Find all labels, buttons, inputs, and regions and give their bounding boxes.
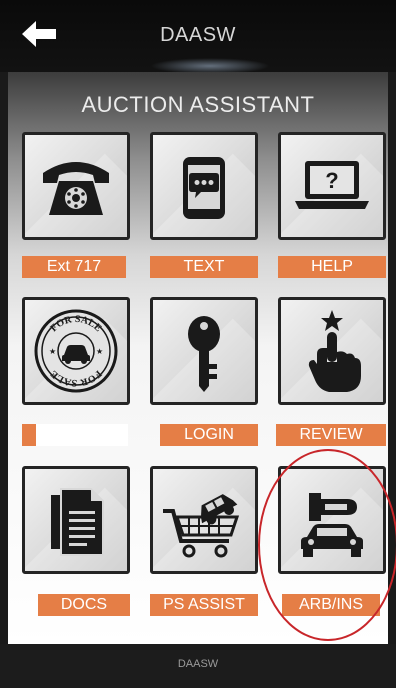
documents-icon	[51, 488, 104, 556]
for-sale-tile[interactable]: FOR SALE FOR SALE ★ ★	[22, 297, 130, 405]
page-title: AUCTION ASSISTANT	[81, 92, 315, 117]
smartphone-chat-icon	[183, 157, 225, 219]
review-tile[interactable]	[278, 297, 386, 405]
hand-pointer-star-icon	[308, 310, 361, 392]
telephone-icon	[43, 162, 109, 215]
help-button[interactable]: HELP	[278, 256, 386, 278]
car-wrench-icon	[301, 493, 363, 557]
phone-tile[interactable]	[22, 132, 130, 240]
text-tile[interactable]	[150, 132, 258, 240]
for-sale-stamp-icon: FOR SALE FOR SALE ★ ★	[34, 309, 118, 393]
top-bar: DAASW	[0, 0, 396, 74]
blank-label-button[interactable]	[22, 424, 36, 446]
review-button[interactable]: REVIEW	[276, 424, 386, 446]
docs-tile[interactable]	[22, 466, 130, 574]
cart-with-car-icon	[163, 494, 240, 558]
text-button[interactable]: TEXT	[150, 256, 258, 278]
login-tile[interactable]	[150, 297, 258, 405]
ps-assist-tile[interactable]	[150, 466, 258, 574]
app-title: DAASW	[160, 24, 236, 46]
blank-label-strip	[22, 424, 128, 446]
login-button[interactable]: LOGIN	[160, 424, 258, 446]
footer-bar: DAASW	[0, 644, 396, 688]
ps-assist-button[interactable]: PS ASSIST	[150, 594, 258, 616]
docs-button[interactable]: DOCS	[38, 594, 130, 616]
arb-ins-tile[interactable]	[278, 466, 386, 574]
ext-717-button[interactable]: Ext 717	[22, 256, 126, 278]
main-panel: AUCTION ASSISTANT ? Ext 717 TEXT HELP FO…	[8, 72, 388, 644]
arb-ins-button[interactable]: ARB/INS	[282, 594, 380, 616]
svg-text:★: ★	[49, 347, 56, 356]
help-tile[interactable]: ?	[278, 132, 386, 240]
laptop-question-icon: ?	[295, 161, 369, 209]
key-icon	[188, 316, 220, 392]
svg-text:?: ?	[325, 168, 338, 193]
svg-text:★: ★	[96, 347, 103, 356]
footer-text: DAASW	[177, 658, 219, 670]
